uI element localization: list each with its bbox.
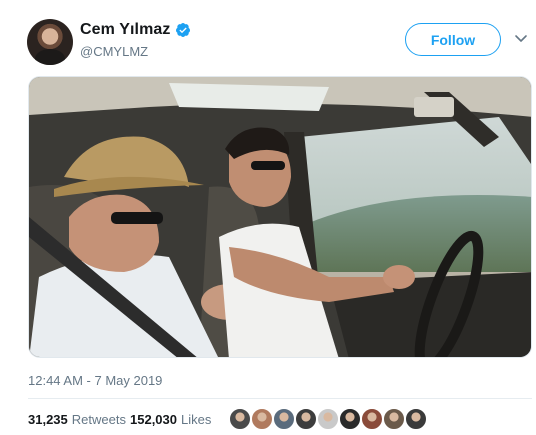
liker-avatar[interactable] <box>250 407 274 431</box>
likes-label: Likes <box>181 412 212 427</box>
liker-avatars[interactable] <box>228 407 428 431</box>
verified-badge-icon <box>176 23 190 37</box>
liker-avatar[interactable] <box>382 407 406 431</box>
author-display-name[interactable]: Cem Yılmaz <box>80 21 171 39</box>
chevron-down-icon[interactable] <box>514 34 528 44</box>
liker-avatar[interactable] <box>360 407 384 431</box>
likes-count: 152,030 <box>130 412 177 427</box>
author-avatar[interactable] <box>27 19 73 65</box>
liker-avatar[interactable] <box>228 407 252 431</box>
retweets-count: 31,235 <box>28 412 68 427</box>
retweets-label: Retweets <box>71 412 126 427</box>
liker-avatar[interactable] <box>294 407 318 431</box>
author-handle[interactable]: @CMYLMZ <box>80 44 148 59</box>
tweet-timestamp[interactable]: 12:44 AM - 7 May 2019 <box>28 373 162 388</box>
liker-avatar[interactable] <box>316 407 340 431</box>
liker-avatar[interactable] <box>338 407 362 431</box>
follow-button[interactable]: Follow <box>405 23 501 56</box>
liker-avatar[interactable] <box>272 407 296 431</box>
liker-avatar[interactable] <box>404 407 428 431</box>
stats-divider <box>28 398 532 399</box>
tweet-media-image[interactable] <box>28 76 532 358</box>
likes-stat[interactable]: 152,030 Likes <box>130 412 211 427</box>
movie-still-image <box>29 77 531 357</box>
retweets-stat[interactable]: 31,235 Retweets <box>28 412 126 427</box>
